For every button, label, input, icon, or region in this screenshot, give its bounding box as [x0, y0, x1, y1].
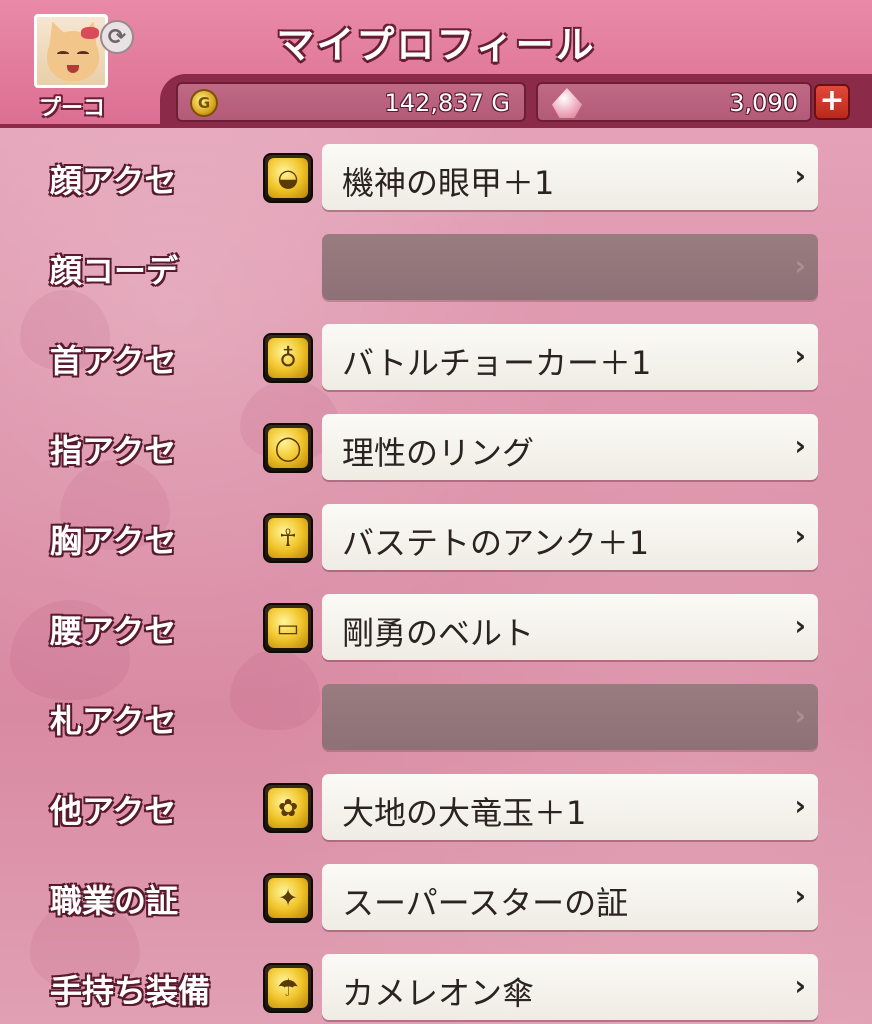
slot-label: 職業の証	[50, 882, 179, 920]
slot-label: 腰アクセ	[50, 612, 177, 650]
equipment-row: 胸アクセ ☥ バステトのアンク＋1 ›	[0, 504, 872, 570]
equipment-row: 首アクセ ♁ バトルチョーカー＋1 ›	[0, 324, 872, 390]
chevron-right-icon: ›	[794, 789, 806, 822]
slot-icon-glyph: ▭	[268, 608, 308, 648]
equipment-slot-button[interactable]: 機神の眼甲＋1 ›	[322, 144, 818, 210]
character-avatar[interactable]	[34, 14, 108, 88]
chevron-right-icon: ›	[794, 339, 806, 372]
chevron-right-icon: ›	[794, 429, 806, 462]
equipment-slot-button[interactable]: スーパースターの証 ›	[322, 864, 818, 930]
equipment-slot-button[interactable]: バトルチョーカー＋1 ›	[322, 324, 818, 390]
equipment-row: 他アクセ ✿ 大地の大竜玉＋1 ›	[0, 774, 872, 840]
chevron-right-icon: ›	[794, 879, 806, 912]
equipment-name: 大地の大竜玉＋1	[342, 794, 587, 832]
equipment-slot-button[interactable]: 剛勇のベルト ›	[322, 594, 818, 660]
slot-label: 札アクセ	[50, 702, 177, 740]
slot-label: 指アクセ	[50, 432, 177, 470]
equipment-row: 手持ち装備 ☂ カメレオン傘 ›	[0, 954, 872, 1020]
chevron-right-icon: ›	[794, 699, 806, 732]
belt-icon: ▭	[263, 603, 313, 653]
chevron-right-icon: ›	[794, 249, 806, 282]
equipment-name: カメレオン傘	[342, 974, 535, 1012]
equipment-name: バステトのアンク＋1	[342, 524, 650, 562]
switch-character-icon[interactable]: ⟳	[100, 20, 134, 54]
slot-icon-glyph: ☥	[268, 518, 308, 558]
slot-label: 首アクセ	[50, 342, 177, 380]
brooch-icon: ☥	[263, 513, 313, 563]
equipment-row: 指アクセ ◯ 理性のリング ›	[0, 414, 872, 480]
slot-label: 顔アクセ	[50, 162, 177, 200]
gem-icon	[552, 88, 582, 118]
slot-label: 胸アクセ	[50, 522, 177, 560]
equipment-slot-button[interactable]: ›	[322, 684, 818, 750]
equipment-slot-button[interactable]: カメレオン傘 ›	[322, 954, 818, 1020]
gold-coin-icon: G	[190, 89, 218, 117]
equipment-slot-button[interactable]: 大地の大竜玉＋1 ›	[322, 774, 818, 840]
equipment-row: 札アクセ ›	[0, 684, 872, 750]
equipment-name: 機神の眼甲＋1	[342, 164, 555, 202]
slot-icon-glyph: ♁	[268, 338, 308, 378]
character-name: プーコ	[38, 96, 105, 121]
equipment-name: 理性のリング	[342, 434, 535, 472]
equipment-row: 顔アクセ ◒ 機神の眼甲＋1 ›	[0, 144, 872, 210]
equipment-name: 剛勇のベルト	[342, 614, 535, 652]
ring-icon: ◯	[263, 423, 313, 473]
slot-icon-glyph: ◒	[268, 158, 308, 198]
gold-display: G 142,837 G	[176, 82, 526, 122]
slot-label: 他アクセ	[50, 792, 177, 830]
add-gems-button[interactable]: +	[814, 84, 850, 120]
gold-amount: 142,837 G	[384, 89, 510, 117]
chevron-right-icon: ›	[794, 969, 806, 1002]
slot-label: 顔コーデ	[50, 252, 179, 290]
equipment-row: 腰アクセ ▭ 剛勇のベルト ›	[0, 594, 872, 660]
profile-header: マイプロフィール ⟳ プーコ G 142,837 G 3,090 +	[0, 0, 872, 128]
umbrella-icon: ☂	[263, 963, 313, 1013]
avatar-bow	[81, 27, 99, 39]
mask-icon: ◒	[263, 153, 313, 203]
badge-icon: ✦	[263, 873, 313, 923]
equipment-name: バトルチョーカー＋1	[342, 344, 652, 382]
slot-icon-glyph: ☂	[268, 968, 308, 1008]
equipment-row: 顔コーデ ›	[0, 234, 872, 300]
equipment-name: スーパースターの証	[342, 884, 629, 922]
avatar-eye-right	[77, 51, 89, 57]
ribbon-icon: ✿	[263, 783, 313, 833]
slot-icon-glyph: ✦	[268, 878, 308, 918]
avatar-eye-left	[57, 51, 69, 57]
chevron-right-icon: ›	[794, 609, 806, 642]
chevron-right-icon: ›	[794, 159, 806, 192]
slot-label: 手持ち装備	[50, 972, 211, 1010]
gem-amount: 3,090	[729, 89, 798, 117]
equipment-slot-button[interactable]: バステトのアンク＋1 ›	[322, 504, 818, 570]
slot-icon-glyph: ◯	[268, 428, 308, 468]
necklace-icon: ♁	[263, 333, 313, 383]
equipment-row: 職業の証 ✦ スーパースターの証 ›	[0, 864, 872, 930]
chevron-right-icon: ›	[794, 519, 806, 552]
gem-display: 3,090	[536, 82, 812, 122]
equipment-slot-button[interactable]: 理性のリング ›	[322, 414, 818, 480]
equipment-slot-button[interactable]: ›	[322, 234, 818, 300]
slot-icon-glyph: ✿	[268, 788, 308, 828]
